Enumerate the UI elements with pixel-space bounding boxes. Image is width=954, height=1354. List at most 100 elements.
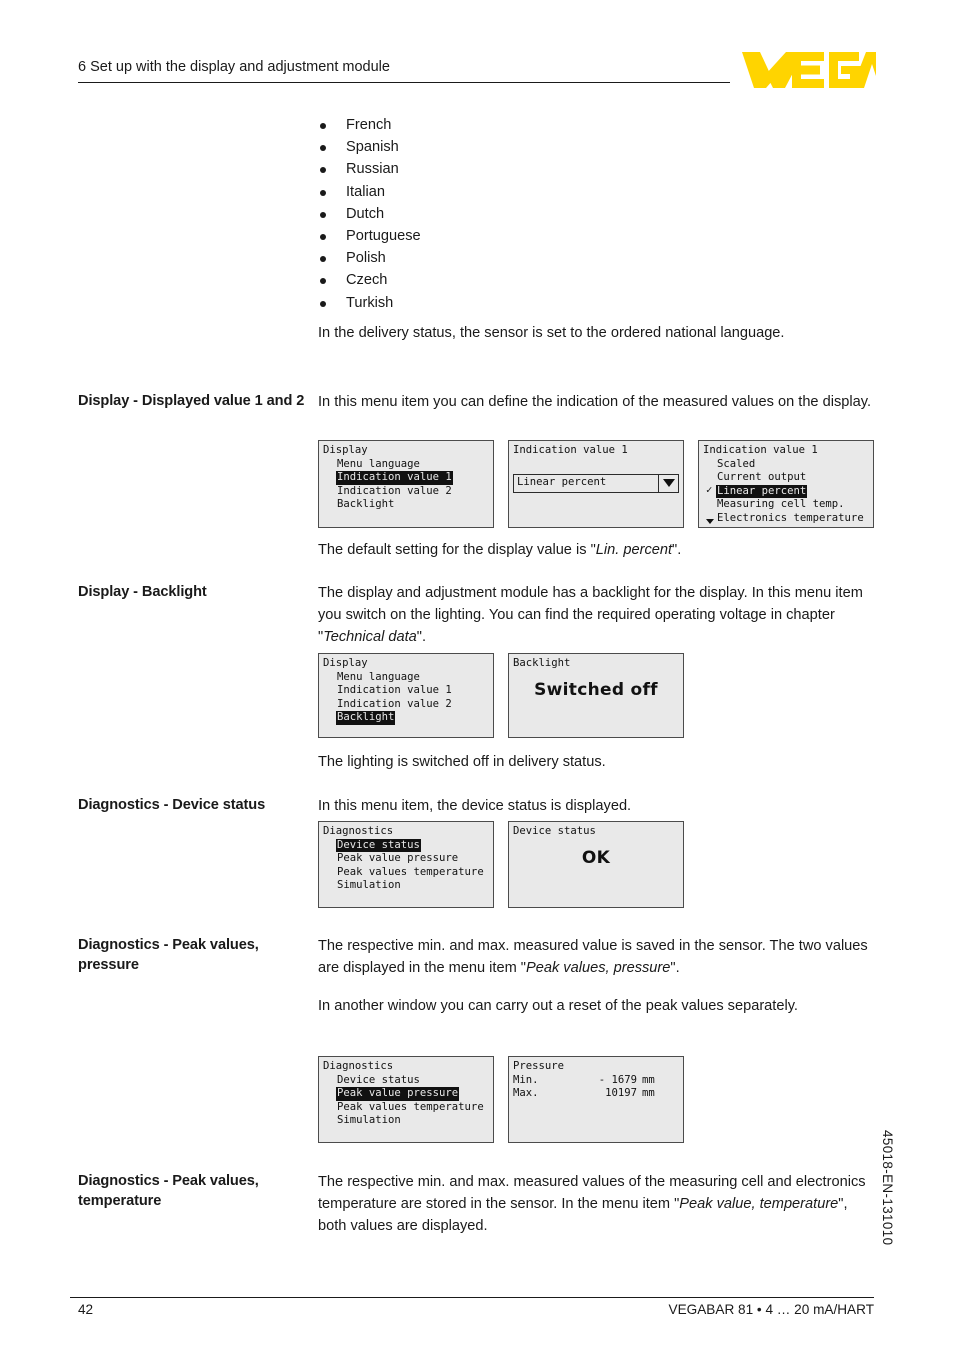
section-body-device-status: In this menu item, the device status is … (318, 795, 874, 817)
lcd-menu-item-label: Peak values temperature (337, 865, 484, 878)
lcd-menu-item[interactable]: Device status (323, 1074, 489, 1088)
chapter-title: 6 Set up with the display and adjustment… (78, 59, 390, 75)
language-label: Turkish (346, 294, 394, 311)
lcd-menu-item-label: Measuring cell temp. (717, 498, 845, 511)
body-text-2: ". (416, 629, 427, 645)
lcd-title: Backlight (513, 657, 571, 669)
lcd-menu-item-selected[interactable]: ✓ Linear percent (703, 483, 869, 499)
lcd-menu-item[interactable]: Simulation (323, 1114, 489, 1128)
pressure-max-row: Max. 10197 mm (513, 1087, 679, 1101)
paragraph-text: In another window you can carry out a re… (318, 998, 798, 1014)
paragraph-text: In this menu item you can define the ind… (318, 394, 872, 410)
list-item: Czech (318, 269, 421, 291)
document-code: 45018-EN-131010 (880, 1130, 895, 1246)
language-label: Portuguese (346, 228, 421, 245)
language-label: Dutch (346, 205, 385, 222)
lcd-title: Device status (513, 825, 596, 837)
lcd-menu-item[interactable]: Menu language (323, 671, 489, 685)
lcd-menu-item-label: Menu language (337, 670, 420, 683)
row-key: Min. (513, 1073, 539, 1086)
pressure-min-row: Min. - 1679 mm (513, 1074, 679, 1088)
lcd-panel-diagnostics-menu-2[interactable]: Diagnostics Device status Peak value pre… (318, 1056, 494, 1143)
paragraph-text: The display and adjustment module has a … (318, 582, 874, 648)
lcd-panel-backlight-value[interactable]: Backlight Switched off (508, 653, 684, 738)
section-label-device-status: Diagnostics - Device status (78, 795, 306, 815)
caption-suffix: ". (672, 542, 682, 558)
lcd-menu-item[interactable]: Measuring cell temp. (703, 498, 869, 512)
lcd-menu-item[interactable]: Backlight (323, 498, 489, 512)
language-label: French (346, 117, 392, 133)
lcd-menu-list: Scaled Current output ✓ Linear percent Me… (703, 458, 869, 526)
lcd-menu-item-label: Peak values temperature (337, 1100, 484, 1113)
lcd-menu-item-label: Indication value 2 (337, 484, 452, 497)
lcd-menu-item[interactable]: Scaled (703, 458, 869, 472)
section-label-peak-temperature: Diagnostics - Peak values, temperature (78, 1171, 306, 1211)
chevron-down-icon[interactable] (658, 474, 678, 492)
lcd-menu-item-selected[interactable]: Device status (323, 838, 489, 853)
lcd-title: Display (323, 657, 368, 669)
label-text: Diagnostics - Peak values, pressure (78, 937, 259, 973)
lcd-panel-indication-value-list[interactable]: Indication value 1 Scaled Current output… (698, 440, 874, 528)
lcd-menu-item-label: Electronics temperature (717, 511, 864, 524)
lcd-panel-diagnostics-menu-1[interactable]: Diagnostics Device status Peak value pre… (318, 821, 494, 908)
lcd-menu-item[interactable]: Indication value 2 (323, 698, 489, 712)
list-item: Turkish (318, 292, 421, 314)
lcd-panel-display-menu-2[interactable]: Display Menu language Indication value 1… (318, 653, 494, 738)
row-key: Max. (513, 1087, 539, 1100)
lcd-title: Diagnostics (323, 1060, 394, 1072)
lcd-menu-item[interactable]: Simulation (323, 879, 489, 893)
language-list: French Spanish Russian Italian Dutch Por… (318, 114, 421, 314)
paragraph-text: The respective min. and max. measured va… (318, 1171, 874, 1237)
lcd-menu-item-selected[interactable]: Peak value pressure (323, 1087, 489, 1101)
label-text: Display - Displayed value 1 and 2 (78, 393, 305, 409)
section-label-displayed-value: Display - Displayed value 1 and 2 (78, 391, 306, 411)
lcd-value-text: Switched off (534, 679, 658, 700)
triangle-glyph (662, 479, 675, 488)
lcd-menu-item[interactable]: Current output (703, 471, 869, 485)
lcd-panel-indication-value-combo[interactable]: Indication value 1 Linear percent (508, 440, 684, 528)
scroll-down-arrow-icon[interactable] (706, 519, 714, 524)
lcd-menu-item-selected[interactable]: Indication value 1 (323, 471, 489, 485)
lcd-row-backlight: Display Menu language Indication value 1… (318, 653, 684, 738)
paragraph-text: In this menu item, the device status is … (318, 798, 632, 814)
paragraph-text: The respective min. and max. measured va… (318, 935, 874, 979)
language-label: Italian (346, 183, 385, 200)
row-unit: mm (642, 1073, 655, 1086)
list-item: Russian (318, 158, 421, 180)
vega-logo (742, 50, 892, 90)
body-text-2: ". (670, 960, 680, 976)
lcd-menu-item[interactable]: Indication value 1 (323, 684, 489, 698)
lcd-title: Display (323, 444, 368, 456)
body-italic: Technical data (323, 629, 417, 645)
lcd-menu-item-label: Device status (337, 1073, 420, 1086)
lcd-menu-item-label: Simulation (337, 1114, 401, 1127)
body-italic: Peak value, temperature (679, 1196, 839, 1212)
lcd-panel-pressure-values[interactable]: Pressure Min. - 1679 mm Max. 10197 mm (508, 1056, 684, 1143)
caption-italic: Lin. percent (595, 542, 673, 558)
section-body-peak-pressure: The respective min. and max. measured va… (318, 935, 874, 1017)
dropdown-select[interactable]: Linear percent (513, 473, 679, 493)
lcd-menu-item[interactable]: Indication value 2 (323, 485, 489, 499)
list-item: Polish (318, 247, 421, 269)
lcd-menu-item[interactable]: Peak values temperature (323, 1101, 489, 1115)
lcd-menu-item-selected[interactable]: Backlight (323, 711, 489, 725)
language-label: Polish (346, 250, 386, 267)
lcd-menu-item[interactable]: Menu language (323, 458, 489, 472)
lcd-menu-item[interactable]: Peak values temperature (323, 866, 489, 880)
section-label-peak-pressure: Diagnostics - Peak values, pressure (78, 935, 306, 975)
list-item: Spanish (318, 136, 421, 158)
language-label: Russian (346, 161, 399, 178)
lcd-menu-item-label: Indication value 2 (337, 697, 452, 710)
lcd-panel-device-status-value[interactable]: Device status OK (508, 821, 684, 908)
lcd-menu-item[interactable]: Peak value pressure (323, 852, 489, 866)
language-label: Spanish (346, 139, 399, 156)
lcd-menu-item-label: Scaled (717, 457, 756, 470)
lcd-menu-item-label: Device status (336, 838, 421, 853)
paragraph-text: In the delivery status, the sensor is se… (318, 325, 785, 341)
lcd-menu-item[interactable]: Electronics temperature (703, 512, 869, 526)
checkmark-icon: ✓ (706, 483, 713, 496)
lcd-menu-item-label: Indication value 1 (337, 684, 452, 697)
lcd-panel-display-menu-1[interactable]: Display Menu language Indication value 1… (318, 440, 494, 528)
label-text: Diagnostics - Device status (78, 797, 266, 813)
lcd-row-displayed-value: Display Menu language Indication value 1… (318, 440, 874, 528)
